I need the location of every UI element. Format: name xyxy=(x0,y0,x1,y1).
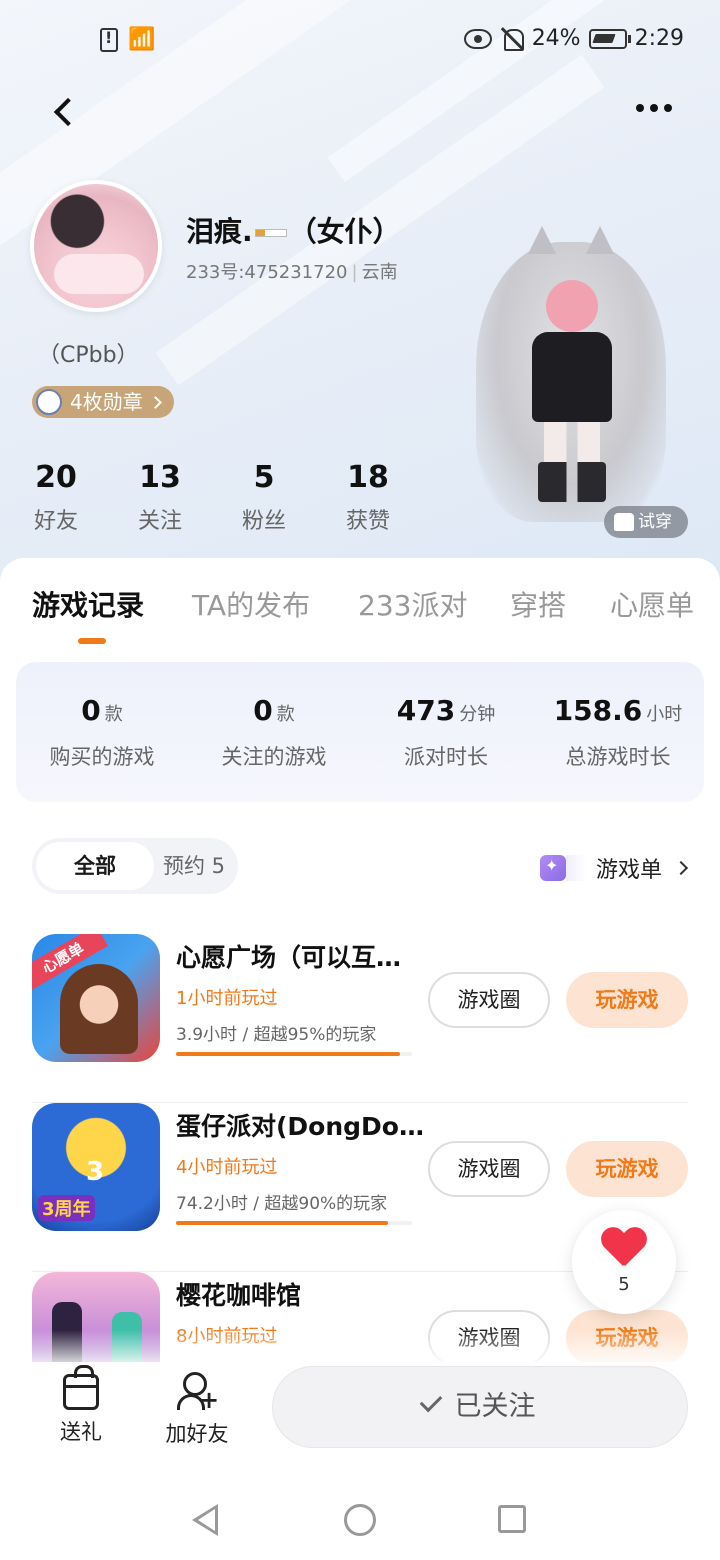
user-region: 云南 xyxy=(361,262,398,283)
profile-stats: 20 好友 13 关注 5 粉丝 18 获赞 xyxy=(0,460,420,540)
play-game-button[interactable]: 玩游戏 xyxy=(566,972,688,1028)
battery-percent: 24% xyxy=(531,26,581,51)
tab-indicator xyxy=(78,638,106,644)
sparkle-icon xyxy=(539,855,566,881)
bio: （CPbb） xyxy=(38,343,139,368)
followed-button[interactable]: 已关注 xyxy=(272,1366,688,1448)
tab-posts[interactable]: TA的发布 xyxy=(192,584,310,624)
sim-alert-icon xyxy=(100,28,118,52)
last-played: 1小时前玩过 xyxy=(176,988,278,1009)
send-gift-button[interactable]: 送礼 xyxy=(36,1365,126,1446)
play-stat: 3.9小时 / 超越95%的玩家 xyxy=(176,1025,377,1045)
game-row[interactable]: 心愿单 心愿广场（可以互… 1小时前玩过 3.9小时 / 超越95%的玩家 游戏… xyxy=(32,934,688,1103)
cigarette-emoji-icon xyxy=(254,229,287,237)
status-bar: 📶 24% 2:29 xyxy=(0,0,720,84)
tab-wishlist[interactable]: 心愿单 xyxy=(610,584,694,624)
game-title: 樱花咖啡馆 xyxy=(176,1281,302,1310)
summary-total-time: 158.6 小时 总游戏时长 xyxy=(553,694,683,769)
eye-comfort-icon xyxy=(463,28,492,49)
battery-icon xyxy=(588,28,631,49)
game-filter: 全部 预约 5 xyxy=(32,838,238,894)
medals-button[interactable]: 4枚勋章 xyxy=(32,386,174,418)
like-button[interactable]: 5 xyxy=(572,1210,676,1314)
wifi-icon: 📶 xyxy=(128,27,156,52)
more-options-icon[interactable] xyxy=(636,104,676,120)
stat-fans[interactable]: 5 粉丝 xyxy=(212,460,316,535)
nav-home-icon[interactable] xyxy=(344,1504,376,1536)
heart-icon xyxy=(602,1228,646,1268)
chevron-right-icon xyxy=(673,860,689,876)
summary-party-time: 473 分钟 派对时长 xyxy=(396,694,496,769)
add-friend-button[interactable]: 加好友 xyxy=(152,1366,242,1448)
tab-outfits[interactable]: 穿搭 xyxy=(510,584,566,624)
chevron-right-icon xyxy=(148,395,162,409)
game-icon-eggy-party[interactable]: 3周年 xyxy=(32,1103,160,1231)
game-title: 蛋仔派对(DongDo… xyxy=(176,1112,424,1141)
filter-all[interactable]: 全部 xyxy=(36,842,154,890)
game-list-link[interactable]: 游戏单 xyxy=(539,850,689,886)
avatar-3d-figure[interactable] xyxy=(466,222,692,522)
like-count: 5 xyxy=(618,1274,630,1295)
check-icon xyxy=(419,1389,442,1413)
play-summary-card: 0款 购买的游戏 0款 关注的游戏 473 分钟 派对时长 158.6 小时 总游戏… xyxy=(16,662,704,802)
user-id-line: 233号:475231720 | 云南 xyxy=(186,262,398,283)
nav-back-icon[interactable] xyxy=(192,1504,218,1536)
gift-icon xyxy=(63,1365,99,1410)
user-id: 233号:475231720 xyxy=(186,262,348,283)
summary-purchased: 0款 购买的游戏 xyxy=(49,694,155,769)
game-circle-button[interactable]: 游戏圈 xyxy=(428,1141,550,1197)
tab-game-records[interactable]: 游戏记录 xyxy=(32,584,144,624)
mute-icon xyxy=(500,27,524,51)
game-title: 心愿广场（可以互… xyxy=(176,943,402,972)
summary-followed-games: 0款 关注的游戏 xyxy=(221,694,327,769)
nav-recents-icon[interactable] xyxy=(498,1505,526,1533)
shirt-icon xyxy=(614,513,634,531)
add-user-icon xyxy=(177,1372,219,1414)
filter-reserved[interactable]: 预约 5 xyxy=(154,842,234,890)
avatar[interactable] xyxy=(30,180,162,312)
game-circle-button[interactable]: 游戏圈 xyxy=(428,972,550,1028)
try-on-button[interactable]: 试穿 xyxy=(604,506,688,538)
play-game-button[interactable]: 玩游戏 xyxy=(566,1141,688,1197)
game-icon-wish-plaza[interactable]: 心愿单 xyxy=(32,934,160,1062)
play-progress xyxy=(176,1221,412,1225)
tab-party[interactable]: 233派对 xyxy=(358,584,467,624)
bottom-action-bar: 送礼 加好友 已关注 xyxy=(0,1362,720,1472)
username: 泪痕. （女仆） xyxy=(186,215,401,248)
play-stat: 74.2小时 / 超越90%的玩家 xyxy=(176,1194,388,1214)
system-nav-bar xyxy=(0,1478,720,1560)
medal-icon xyxy=(36,389,62,415)
play-progress xyxy=(176,1052,412,1056)
stat-likes[interactable]: 18 获赞 xyxy=(316,460,420,535)
stat-following[interactable]: 13 关注 xyxy=(108,460,212,535)
last-played: 4小时前玩过 xyxy=(176,1157,278,1178)
back-icon[interactable] xyxy=(46,94,82,130)
profile-tabs: 游戏记录 TA的发布 233派对 穿搭 心愿单 xyxy=(0,578,720,648)
clock: 2:29 xyxy=(634,26,684,51)
stat-friends[interactable]: 20 好友 xyxy=(4,460,108,535)
